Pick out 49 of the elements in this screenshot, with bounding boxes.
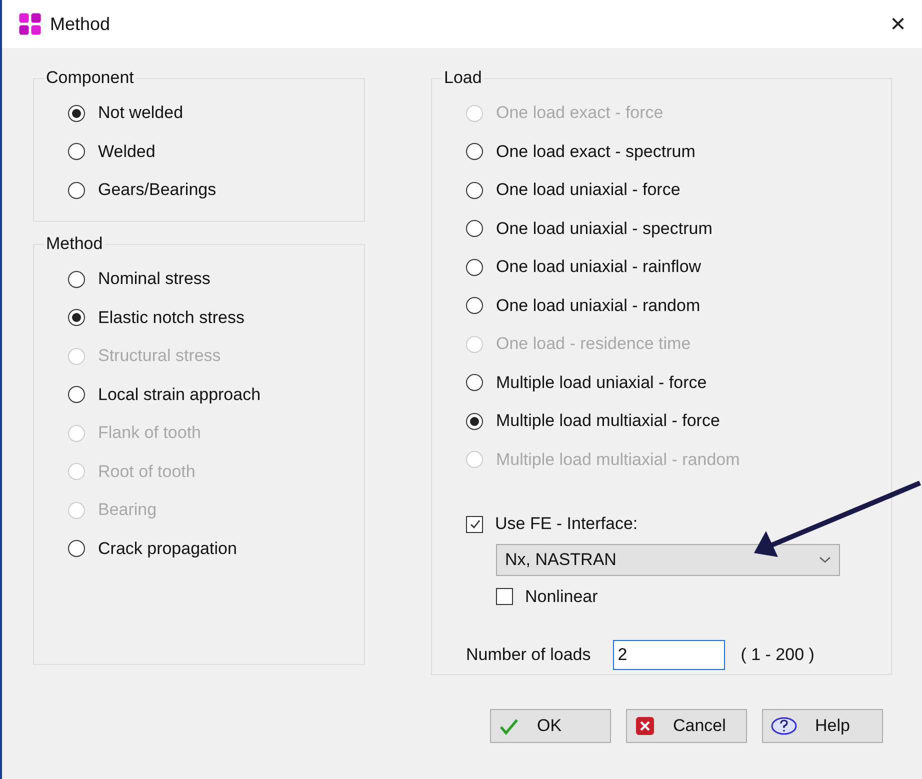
range-hint: ( 1 - 200 ) bbox=[740, 644, 814, 665]
app-logo-icon bbox=[18, 12, 42, 36]
ok-button[interactable]: OK bbox=[490, 709, 611, 743]
radio-button[interactable] bbox=[68, 540, 85, 558]
radio-label[interactable]: Crack propagation bbox=[98, 538, 237, 559]
checkbox[interactable] bbox=[496, 588, 513, 605]
radio-button[interactable] bbox=[466, 374, 483, 392]
radio-label[interactable]: Not welded bbox=[98, 103, 184, 124]
radio-label[interactable]: Multiple load uniaxial - force bbox=[496, 372, 707, 393]
radio-button[interactable] bbox=[68, 143, 85, 160]
checkbox-label[interactable]: Use FE - Interface: bbox=[495, 514, 638, 534]
window-title: Method bbox=[50, 14, 110, 34]
radio-label[interactable]: Welded bbox=[98, 142, 156, 162]
radio-label[interactable]: One load uniaxial - random bbox=[496, 296, 700, 316]
close-icon bbox=[635, 716, 655, 736]
help-icon bbox=[771, 716, 797, 736]
radio-button[interactable] bbox=[466, 258, 483, 276]
radio-button[interactable] bbox=[68, 182, 85, 199]
radio-button[interactable] bbox=[466, 143, 483, 160]
radio-label[interactable]: Gears/Bearings bbox=[98, 180, 216, 200]
radio-label[interactable]: One load uniaxial - rainflow bbox=[496, 257, 702, 278]
radio-label[interactable]: One load uniaxial - spectrum bbox=[496, 218, 712, 239]
radio-button[interactable] bbox=[68, 309, 85, 326]
group-title: Load bbox=[443, 68, 483, 88]
radio-button[interactable] bbox=[68, 386, 85, 404]
radio-button[interactable] bbox=[466, 297, 483, 314]
radio-label[interactable]: Local strain approach bbox=[98, 384, 261, 405]
close-button[interactable]: ✕ bbox=[874, 0, 922, 48]
checkbox[interactable] bbox=[466, 516, 483, 533]
radio-button[interactable] bbox=[466, 412, 483, 430]
radio-button[interactable] bbox=[68, 104, 85, 122]
radio-button[interactable] bbox=[68, 270, 85, 288]
field-label: Number of loads bbox=[466, 644, 591, 665]
group-title: Method bbox=[45, 234, 104, 254]
help-button[interactable]: Help bbox=[762, 709, 883, 743]
solver-dropdown[interactable]: Nx, NASTRAN bbox=[496, 544, 840, 576]
radio-label[interactable]: Nominal stress bbox=[98, 269, 210, 290]
cancel-button[interactable]: Cancel bbox=[626, 709, 747, 743]
checkbox-label[interactable]: Nonlinear bbox=[525, 586, 598, 606]
radio-button[interactable] bbox=[466, 220, 483, 238]
radio-label[interactable]: Multiple load multiaxial - force bbox=[496, 411, 720, 432]
checkmark-icon bbox=[468, 518, 480, 530]
radio-label[interactable]: One load exact - spectrum bbox=[496, 142, 696, 162]
chevron-down-icon bbox=[819, 556, 831, 564]
radio-label[interactable]: Elastic notch stress bbox=[98, 308, 244, 328]
radio-label[interactable]: One load uniaxial - force bbox=[496, 180, 680, 200]
group-title: Component bbox=[45, 68, 135, 88]
radio-button[interactable] bbox=[466, 182, 483, 199]
number-of-loads-field[interactable]: 2 bbox=[612, 640, 725, 670]
